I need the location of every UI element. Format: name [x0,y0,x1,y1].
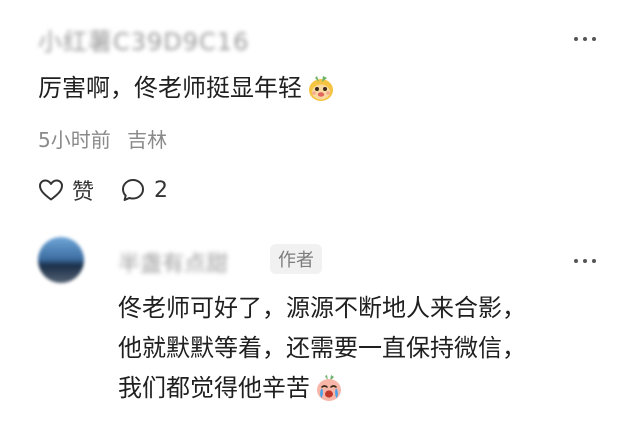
face-emoji-icon [309,76,333,101]
like-button[interactable]: 赞 [38,174,94,206]
reply-more-options-icon[interactable] [568,250,602,272]
heart-outline-icon [39,179,63,201]
reply-text-line: 他就默默等着，还需要一直保持微信， [118,328,618,368]
comment-text-row: 厉害啊，佟老师挺显年轻 [38,66,336,110]
comment-username[interactable]: 小红薯C39D9C16 [38,22,249,57]
reply-line-1: 佟老师可好了，源源不断地人来合影， [118,294,526,322]
comment-time: 5小时前 [38,128,111,152]
reply-line-3: 我们都觉得他辛苦 [118,374,310,402]
crying-face-emoji-icon [317,375,341,401]
comment-meta: 5小时前 吉林 [38,124,167,153]
author-badge: 作者 [270,244,322,274]
comment-actions: 赞 2 [38,172,168,208]
comment-count: 2 [154,177,169,203]
like-label: 赞 [72,180,95,205]
comment-bubble-icon [122,179,145,201]
comment-item: 小红薯C39D9C16 厉害啊，佟老师挺显年轻 5小时前 吉林 赞 2 [0,0,640,220]
more-options-icon[interactable] [568,28,602,50]
reply-line-2: 他就默默等着，还需要一直保持微信， [118,334,526,362]
comment-location: 吉林 [127,128,168,152]
comment-button[interactable]: 2 [120,177,168,203]
reply-username[interactable]: 半盏有点甜 [118,246,228,278]
reply-text: 佟老师可好了，源源不断地人来合影， 他就默默等着，还需要一直保持微信， 我们都觉… [118,288,618,408]
comment-text: 厉害啊，佟老师挺显年轻 [38,74,302,102]
reply-text-line: 佟老师可好了，源源不断地人来合影， [118,288,618,328]
avatar[interactable] [38,237,84,283]
reply-text-line: 我们都觉得他辛苦 [118,368,618,408]
comment-page: 小红薯C39D9C16 厉害啊，佟老师挺显年轻 5小时前 吉林 赞 2 半盏有点… [0,0,640,421]
